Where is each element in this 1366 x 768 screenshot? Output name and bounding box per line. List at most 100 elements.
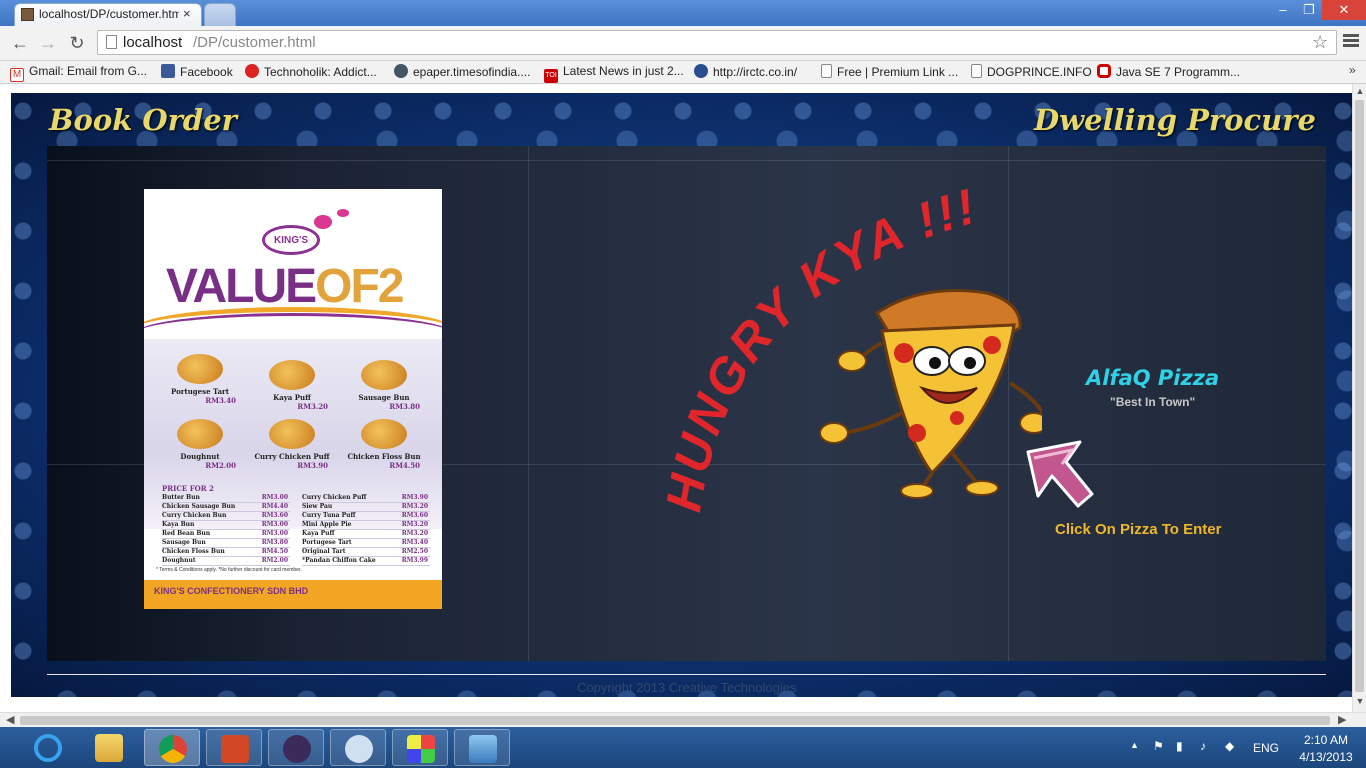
maximize-button[interactable]: ❐ [1296, 0, 1322, 20]
pastry-image [361, 419, 407, 449]
back-button[interactable]: ← [9, 32, 31, 54]
price-row-value: RM4.40 [261, 503, 288, 510]
price-list-left: Butter Bun RM3.00 Chicken Sausage Bun RM4.4… [162, 494, 290, 566]
item-price: RM3.80 [389, 402, 420, 411]
input-language[interactable]: ENG [1253, 741, 1279, 755]
forward-button[interactable]: → [37, 32, 59, 54]
dropbox-icon[interactable]: ◆ [1225, 739, 1239, 753]
item-name: Portugese Tart [171, 387, 229, 396]
paint-button[interactable] [392, 729, 448, 766]
browser-toolbar: ← → ↻ localhost /DP/customer.html ☆ [0, 26, 1366, 61]
installer-button[interactable] [330, 729, 386, 766]
price-for-2-title: PRICE FOR 2 [162, 484, 214, 493]
action-center-icon[interactable]: ⚑ [1153, 739, 1167, 753]
bookmark-irctc[interactable]: http://irctc.co.in/ [694, 64, 797, 79]
bookmark-java-se7[interactable]: Java SE 7 Programm... [1097, 64, 1240, 79]
flyer-headline: VALUEOF2 [166, 259, 404, 314]
paint-palette-icon [407, 735, 435, 763]
minimize-button[interactable]: – [1270, 0, 1296, 20]
file-explorer-button[interactable] [81, 729, 137, 766]
flyer-swoosh [144, 313, 442, 356]
chrome-button[interactable] [144, 729, 200, 766]
irctc-icon [694, 64, 708, 78]
bookmark-label: Facebook [180, 65, 233, 79]
mascot-hand [819, 422, 849, 444]
price-row-name: *Pandan Chiffon Cake [302, 557, 376, 564]
horizontal-scroll-thumb[interactable] [20, 716, 1330, 725]
powerpoint-button[interactable] [206, 729, 262, 766]
bookmark-label: Free | Premium Link ... [837, 65, 959, 79]
bookmark-dogprince[interactable]: DOGPRINCE.INFO [971, 64, 1092, 79]
bookmarks-overflow-button[interactable]: » [1349, 63, 1356, 77]
bookmark-label: Technoholik: Addict... [264, 65, 377, 79]
reload-button[interactable]: ↻ [66, 32, 88, 54]
photo-viewer-icon [469, 735, 497, 763]
price-row-value: RM3.60 [401, 512, 428, 519]
folder-icon [95, 734, 123, 762]
pastry-image [361, 360, 407, 390]
address-bar[interactable]: localhost /DP/customer.html ☆ [97, 30, 1337, 55]
price-row-value: RM3.20 [401, 530, 428, 537]
flyer-item: Curry Chicken Puff RM3.90 [248, 419, 336, 470]
pizza-mascot-button[interactable] [782, 283, 1042, 503]
url-host: localhost [123, 34, 183, 51]
bookmark-gmail[interactable]: M Gmail: Email from G... [10, 64, 147, 82]
headline-value: VALUE [166, 260, 317, 313]
internet-explorer-button[interactable] [20, 729, 76, 766]
flyer-company: KING'S CONFECTIONERY SDN BHD [154, 586, 309, 596]
bookmarks-bar: M Gmail: Email from G... Facebook Technoh… [0, 61, 1366, 84]
bookmark-facebook[interactable]: Facebook [161, 64, 233, 79]
price-row: *Pandan Chiffon Cake RM3.99 [302, 557, 430, 566]
pastry-image [177, 419, 223, 449]
show-hidden-icons-button[interactable]: ▲ [1130, 740, 1139, 750]
item-name: Sausage Bun [358, 393, 410, 402]
price-list-right: Curry Chicken Puff RM3.90 Siew Pau RM3.20 Cu… [302, 494, 430, 566]
bookmark-label: http://irctc.co.in/ [713, 65, 798, 79]
clock-date[interactable]: 4/13/2013 [1292, 750, 1360, 764]
item-name: Kaya Puff [273, 393, 311, 402]
scroll-left-icon[interactable]: ◀ [6, 713, 14, 726]
bookmark-star-icon[interactable]: ☆ [1312, 32, 1328, 53]
price-row: Butter Bun RM3.00 [162, 494, 290, 503]
item-price: RM2.00 [205, 461, 236, 470]
gmail-icon: M [10, 68, 24, 82]
bookmark-label: epaper.timesofindia.... [413, 65, 531, 79]
scroll-down-icon[interactable]: ▼ [1353, 696, 1366, 706]
pepperoni [908, 424, 926, 442]
price-row-value: RM3.00 [261, 521, 288, 528]
item-name: Curry Chicken Puff [254, 452, 330, 461]
close-window-button[interactable]: ✕ [1322, 0, 1366, 20]
price-row-name: Sausage Bun [162, 539, 206, 546]
vertical-scroll-thumb[interactable] [1355, 100, 1364, 692]
price-row: Siew Pau RM3.20 [302, 503, 430, 512]
scroll-up-icon[interactable]: ▲ [1353, 86, 1366, 96]
bookmark-label: Gmail: Email from G... [29, 64, 148, 78]
horizontal-scrollbar[interactable]: ◀ ▶ [0, 712, 1366, 727]
bookmark-latest-news[interactable]: TOI Latest News in just 2... [544, 64, 684, 83]
tab-close-icon[interactable]: × [183, 6, 191, 21]
price-row-value: RM3.20 [401, 521, 428, 528]
new-tab-button[interactable] [204, 3, 236, 26]
bookmark-epaper[interactable]: epaper.timesofindia.... [394, 64, 530, 79]
photos-button[interactable] [454, 729, 510, 766]
price-row-name: Chicken Floss Bun [162, 548, 225, 555]
price-row-value: RM3.80 [261, 539, 288, 546]
java-ee-ide-icon [283, 735, 311, 763]
vertical-scrollbar[interactable]: ▲ ▼ [1352, 84, 1366, 712]
bookmark-technoholik[interactable]: Technoholik: Addict... [245, 64, 377, 79]
chrome-menu-icon[interactable] [1343, 34, 1359, 50]
flyer-terms: * Terms & Conditions apply. *No further … [156, 567, 302, 573]
tab-customer[interactable]: localhost/DP/customer.html × [14, 3, 202, 26]
price-row-name: Kaya Bun [162, 521, 195, 528]
item-name: Chicken Floss Bun [347, 452, 421, 461]
pepperoni [894, 343, 914, 363]
bookmark-label: Java SE 7 Programm... [1116, 65, 1241, 79]
volume-icon[interactable]: ♪ [1200, 739, 1214, 753]
bookmark-free-premium[interactable]: Free | Premium Link ... [821, 64, 958, 79]
clock-time[interactable]: 2:10 AM [1294, 733, 1358, 747]
price-row: Original Tart RM2.50 [302, 548, 430, 557]
scroll-right-icon[interactable]: ▶ [1338, 713, 1346, 726]
network-signal-icon[interactable]: ▮ [1176, 739, 1190, 753]
page-icon [106, 35, 117, 49]
java-ee-ide-button[interactable] [268, 729, 324, 766]
